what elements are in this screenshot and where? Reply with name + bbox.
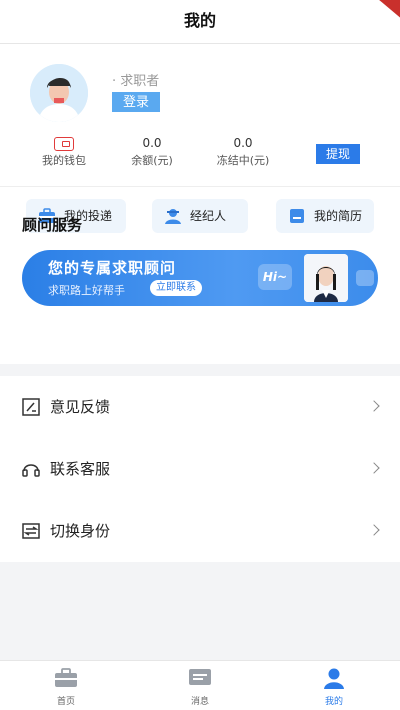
chevron-right-icon [368, 462, 380, 474]
default-avatar-icon [30, 64, 88, 122]
quick-action-label: 经纪人 [190, 209, 227, 223]
wallet-stats: 我的钱包 0.0 余额(元) 0.0 冻结中(元) 提现 [0, 134, 400, 182]
top-header: 我的 [0, 0, 400, 44]
bottom-nav: 首页 消息 我的 [0, 660, 400, 710]
menu-item-label: 切换身份 [50, 522, 111, 540]
menu-item-switch-identity[interactable]: 切换身份 [0, 500, 400, 562]
contact-now-button[interactable]: 立即联系 [150, 280, 202, 296]
menu-item-label: 联系客服 [50, 460, 111, 478]
nav-tab-messages[interactable]: 消息 [160, 661, 240, 710]
balance-label: 余额(元) [131, 154, 173, 167]
avatar[interactable] [30, 64, 88, 122]
profile-card: · 求职者 登录 我的钱包 0.0 余额(元) 0.0 冻结中(元) 提现 我的… [0, 44, 400, 364]
divider [0, 186, 400, 187]
balance-stat: 0.0 余额(元) [122, 134, 182, 170]
wallet-icon [54, 137, 74, 151]
nav-tab-label: 我的 [324, 697, 343, 707]
hi-bubble: Hi~ [258, 264, 292, 290]
frozen-value: 0.0 [233, 136, 253, 150]
advisor-section-title: 顾问服务 [22, 216, 83, 234]
headset-icon [22, 464, 40, 477]
frozen-label: 冻结中(元) [216, 154, 270, 167]
quick-action-my-resume[interactable]: 我的简历 [276, 199, 374, 233]
menu-item-feedback[interactable]: 意见反馈 [0, 376, 400, 438]
advisor-portrait-icon [304, 254, 348, 302]
switch-identity-icon [22, 523, 40, 539]
message-icon [189, 669, 211, 685]
agent-icon [165, 209, 181, 224]
nav-tab-home[interactable]: 首页 [26, 661, 106, 710]
chat-bubble-decoration [356, 270, 374, 286]
home-briefcase-icon [55, 668, 77, 687]
quick-action-label: 我的简历 [314, 209, 363, 223]
user-role-text: · 求职者 [112, 74, 160, 89]
nav-tab-label: 首页 [56, 697, 75, 707]
withdraw-button[interactable]: 提现 [316, 144, 360, 164]
profile-icon [324, 668, 344, 689]
chevron-right-icon [368, 400, 380, 412]
nav-tab-profile[interactable]: 我的 [294, 661, 374, 710]
menu-item-label: 意见反馈 [50, 398, 111, 416]
wallet-entry[interactable]: 我的钱包 [36, 134, 92, 170]
advisor-banner-title: 您的专属求职顾问 [48, 259, 177, 277]
frozen-stat: 0.0 冻结中(元) [208, 134, 278, 170]
settings-menu: 意见反馈 联系客服 切换身份 [0, 376, 400, 562]
resume-icon [290, 209, 304, 223]
login-button[interactable]: 登录 [112, 92, 160, 112]
quick-action-agent[interactable]: 经纪人 [152, 199, 248, 233]
wallet-label: 我的钱包 [42, 154, 86, 167]
advisor-photo [304, 254, 348, 302]
page-title: 我的 [183, 11, 216, 30]
advisor-banner[interactable]: 您的专属求职顾问 求职路上好帮手 立即联系 Hi~ [22, 250, 378, 306]
advisor-banner-subtitle: 求职路上好帮手 [48, 284, 125, 297]
menu-item-customer-service[interactable]: 联系客服 [0, 438, 400, 500]
chevron-right-icon [368, 524, 380, 536]
nav-tab-label: 消息 [190, 697, 209, 707]
balance-value: 0.0 [142, 136, 162, 150]
feedback-icon [22, 398, 40, 416]
